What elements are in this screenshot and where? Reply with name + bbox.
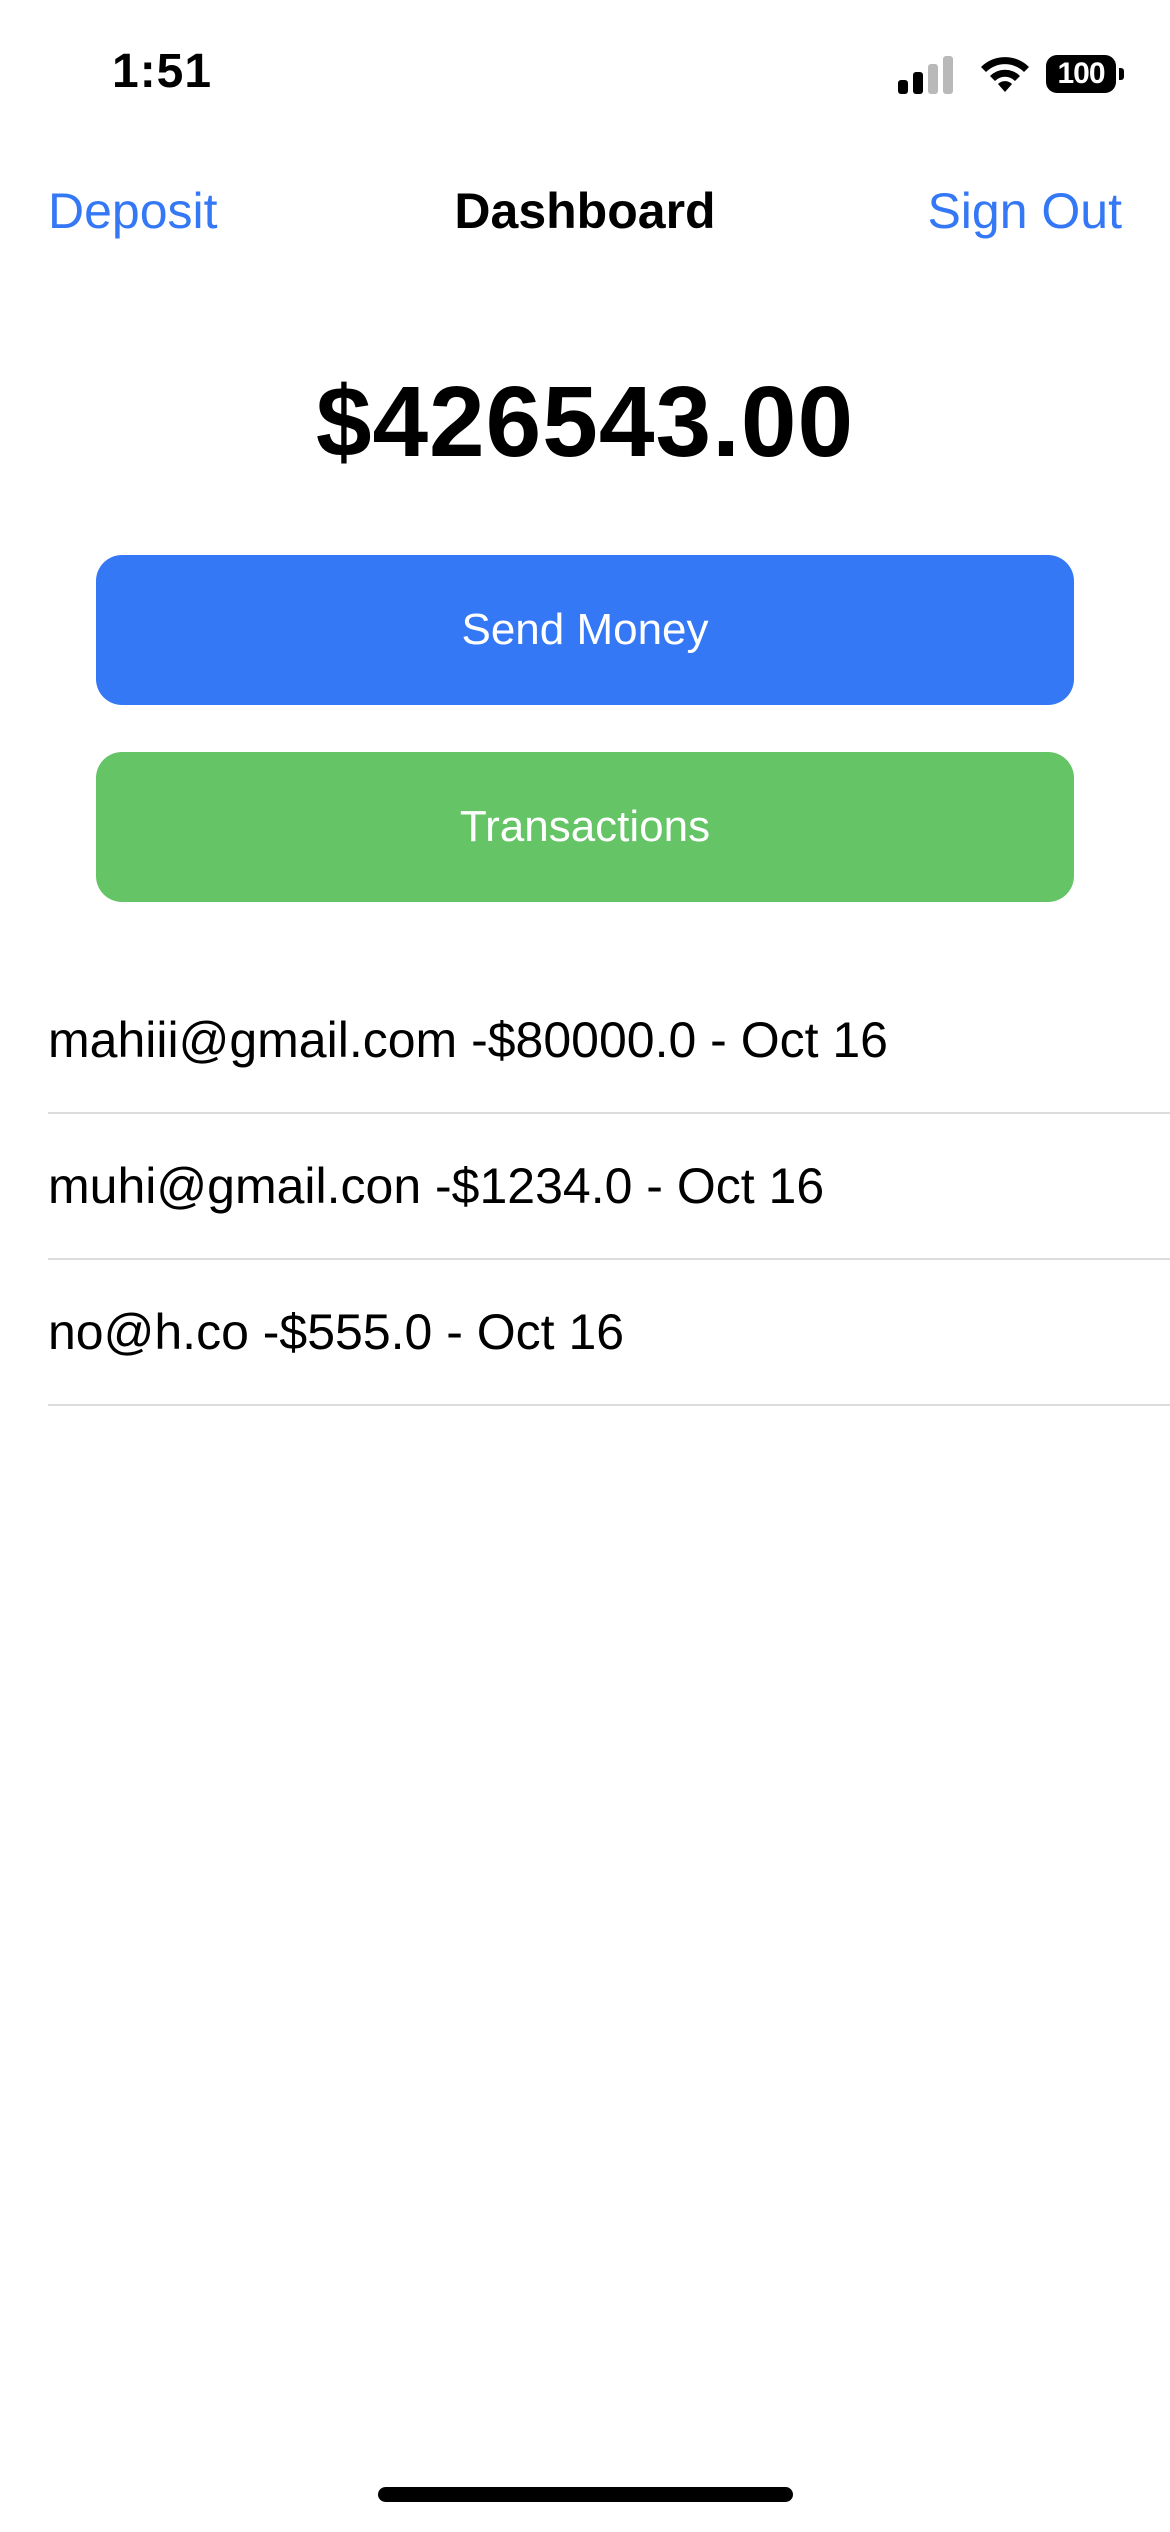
signal-icon	[898, 54, 958, 94]
status-icons: 100	[898, 50, 1124, 98]
transaction-row[interactable]: mahiii@gmail.com -$80000.0 - Oct 16	[48, 968, 1170, 1114]
status-bar: 1:51 100	[0, 0, 1170, 150]
send-money-button[interactable]: Send Money	[96, 555, 1074, 705]
home-indicator[interactable]	[378, 2487, 793, 2502]
wifi-icon	[981, 57, 1029, 92]
transaction-row[interactable]: muhi@gmail.con -$1234.0 - Oct 16	[48, 1114, 1170, 1260]
transaction-list: mahiii@gmail.com -$80000.0 - Oct 16 muhi…	[48, 968, 1170, 1406]
battery-icon: 100	[1046, 55, 1124, 93]
status-time: 1:51	[112, 45, 213, 98]
sign-out-button[interactable]: Sign Out	[927, 182, 1122, 240]
nav-bar: Deposit Dashboard Sign Out	[0, 160, 1170, 260]
transactions-button[interactable]: Transactions	[96, 752, 1074, 902]
account-balance: $426543.00	[315, 366, 855, 478]
transaction-row[interactable]: no@h.co -$555.0 - Oct 16	[48, 1260, 1170, 1406]
